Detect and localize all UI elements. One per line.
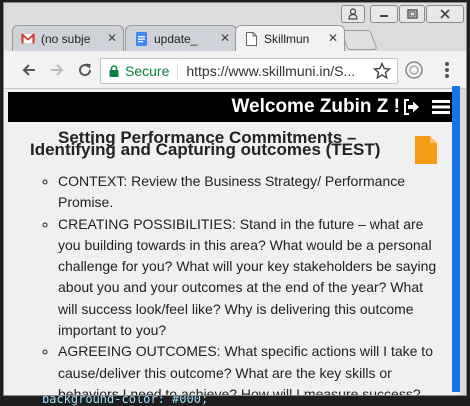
gmail-icon [21,32,35,46]
tab-label: (no subje [41,31,91,46]
extension-icon[interactable] [404,60,424,80]
page-icon [244,31,258,46]
content-list: CONTEXT: Review the Business Strategy/ P… [28,171,442,395]
page-scrollbar[interactable] [452,86,460,392]
document-icon[interactable] [415,136,437,164]
tab-strip: (no subje ✕ update_ ✕ Skillmun ✕ [4,21,466,51]
forward-arrow-icon [51,64,64,76]
tab-label: update_ [154,31,198,46]
url-text: https://www.skillmuni.in/S... [186,63,356,79]
back-arrow-icon [22,64,35,76]
forward-button[interactable] [46,59,68,81]
secure-label: Secure [125,63,170,79]
back-button[interactable] [18,59,40,81]
user-icon [348,8,358,20]
bookmark-star-icon[interactable] [372,61,392,83]
address-bar[interactable]: Secure https://www.skillmuni.in/S... [100,58,398,84]
browser-toolbar: Secure https://www.skillmuni.in/S... [4,51,466,89]
list-item: CREATING POSSIBILITIES: Stand in the fut… [58,214,442,342]
list-item: CONTEXT: Review the Business Strategy/ P… [58,171,442,214]
reload-button[interactable] [74,59,96,81]
logout-icon[interactable] [403,99,420,115]
reload-icon [79,63,92,77]
minimize-icon [380,15,388,17]
welcome-text: Welcome Zubin Z ! [231,96,400,117]
lock-icon [109,65,119,77]
hamburger-menu-icon[interactable] [432,99,450,115]
tab-close-icon[interactable]: ✕ [220,31,230,45]
page-title-line2: Identifying and Capturing outcomes (TEST… [30,140,381,159]
tab-skillmuni[interactable]: Skillmun ✕ [235,25,345,51]
tab-docs[interactable]: update_ ✕ [125,25,237,51]
close-icon [440,9,450,19]
new-tab-button[interactable] [340,30,378,50]
docs-icon [134,31,148,46]
tab-label: Skillmun [264,31,310,46]
site-header: Welcome Zubin Z ! [8,92,456,122]
list-item: AGREEING OUTCOMES: What specific actions… [58,341,442,395]
restore-icon [406,9,418,19]
chrome-menu-icon[interactable] [440,59,454,81]
tab-close-icon[interactable]: ✕ [107,31,117,45]
browser-window: (no subje ✕ update_ ✕ Skillmun ✕ Secure … [3,2,467,396]
secure-indicator[interactable]: Secure [101,63,179,79]
web-page: Welcome Zubin Z ! Setting Performance Co… [4,89,460,395]
tab-gmail[interactable]: (no subje ✕ [12,25,124,51]
tab-close-icon[interactable]: ✕ [328,31,338,45]
